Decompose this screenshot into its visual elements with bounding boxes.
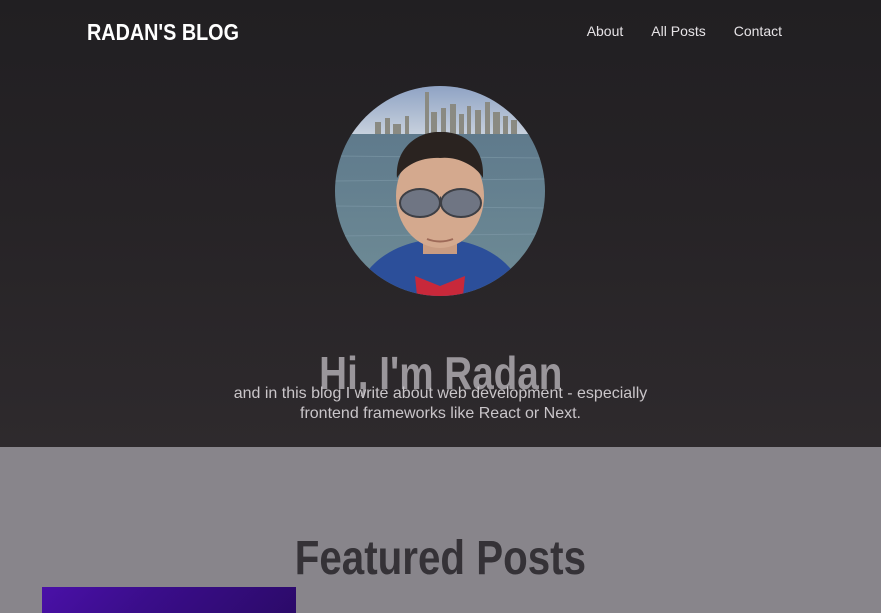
profile-avatar	[335, 86, 545, 296]
nav-link-all-posts[interactable]: All Posts	[651, 21, 705, 41]
page: RADAN'S BLOG About All Posts Contact Hi,…	[0, 0, 881, 613]
hero-section: RADAN'S BLOG About All Posts Contact Hi,…	[0, 0, 881, 447]
hero-subtitle-line1: and in this blog I write about web devel…	[233, 385, 648, 402]
main-nav: About All Posts Contact	[587, 21, 782, 41]
nav-link-about[interactable]: About	[587, 21, 624, 41]
site-logo[interactable]: RADAN'S BLOG	[87, 17, 239, 47]
nav-link-contact[interactable]: Contact	[734, 21, 782, 41]
hero-subtitle-line2: frontend frameworks like React or Next.	[300, 405, 581, 422]
hero-subtitle: and in this blog I write about web devel…	[0, 384, 881, 424]
featured-posts-heading: Featured Posts	[0, 529, 881, 589]
featured-post-card-image[interactable]	[42, 587, 296, 613]
featured-posts-heading-text: Featured Posts	[294, 531, 587, 585]
profile-photo	[335, 86, 545, 296]
